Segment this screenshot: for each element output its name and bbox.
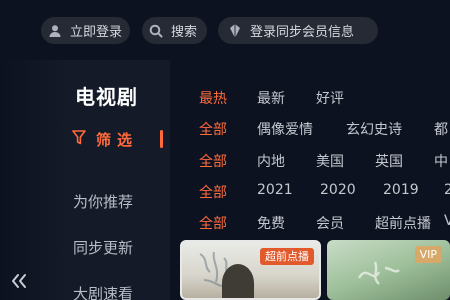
filter-nav-item[interactable]: 筛选	[72, 129, 138, 150]
poster-card[interactable]: 超前点播	[180, 240, 321, 300]
genre-option-urban[interactable]: 都	[434, 119, 448, 139]
region-filter-row: 全部 内地 美国 英国 中	[199, 151, 450, 171]
sidebar: 电视剧 筛选 为你推荐 同步更新 大剧速看	[0, 60, 170, 300]
early-access-badge: 超前点播	[260, 248, 314, 265]
active-indicator	[160, 130, 163, 148]
login-label: 立即登录	[70, 25, 123, 40]
year-option-all[interactable]: 全部	[199, 182, 227, 202]
login-button[interactable]: 立即登录	[41, 17, 130, 44]
year-option-more[interactable]: 2	[444, 182, 450, 198]
pay-option-member[interactable]: 会员	[316, 213, 344, 233]
search-label: 搜索	[171, 25, 198, 40]
pay-option-more[interactable]: V	[444, 213, 450, 229]
page-title: 电视剧	[75, 85, 138, 109]
poster-artwork	[357, 261, 400, 285]
sidebar-item-recommend[interactable]: 为你推荐	[73, 191, 133, 212]
sync-membership-button[interactable]: 登录同步会员信息	[218, 17, 378, 44]
filter-label: 筛选	[96, 131, 139, 149]
search-icon	[148, 23, 164, 39]
sort-option-rating[interactable]: 好评	[316, 88, 344, 108]
poster-card[interactable]: VIP	[327, 240, 450, 300]
year-option-2021[interactable]: 2021	[257, 182, 293, 198]
pay-option-early-access[interactable]: 超前点播	[375, 213, 431, 233]
poster-figure	[222, 264, 254, 298]
region-option-uk[interactable]: 英国	[375, 151, 403, 171]
double-chevron-left-icon[interactable]	[10, 270, 28, 294]
region-option-all[interactable]: 全部	[199, 151, 227, 171]
year-filter-row: 全部 2021 2020 2019 2	[199, 182, 450, 202]
sort-option-hot[interactable]: 最热	[199, 88, 227, 108]
sort-option-new[interactable]: 最新	[257, 88, 285, 108]
search-button[interactable]: 搜索	[142, 17, 207, 44]
genre-option-idol-romance[interactable]: 偶像爱情	[257, 119, 313, 139]
year-option-2019[interactable]: 2019	[383, 182, 419, 198]
pay-filter-row: 全部 免费 会员 超前点播 V	[199, 213, 450, 233]
genre-option-fantasy-epic[interactable]: 玄幻史诗	[346, 119, 402, 139]
vip-badge: VIP	[414, 246, 442, 263]
sidebar-item-quick-watch[interactable]: 大剧速看	[73, 283, 133, 300]
year-option-2020[interactable]: 2020	[320, 182, 356, 198]
pay-option-all[interactable]: 全部	[199, 213, 227, 233]
sidebar-item-sync-update[interactable]: 同步更新	[73, 237, 133, 258]
genre-option-all[interactable]: 全部	[199, 119, 227, 139]
vip-diamond-icon	[227, 23, 243, 39]
top-bar: 立即登录 搜索 登录同步会员信息	[41, 17, 450, 44]
sync-label: 登录同步会员信息	[250, 25, 355, 40]
region-option-usa[interactable]: 美国	[316, 151, 344, 171]
sort-filter-row: 最热 最新 好评	[199, 88, 450, 108]
region-option-more[interactable]: 中	[434, 151, 448, 171]
pay-option-free[interactable]: 免费	[257, 213, 285, 233]
region-option-mainland[interactable]: 内地	[257, 151, 285, 171]
genre-filter-row: 全部 偶像爱情 玄幻史诗 都	[199, 119, 450, 139]
user-icon	[47, 23, 63, 39]
funnel-icon	[72, 130, 86, 149]
